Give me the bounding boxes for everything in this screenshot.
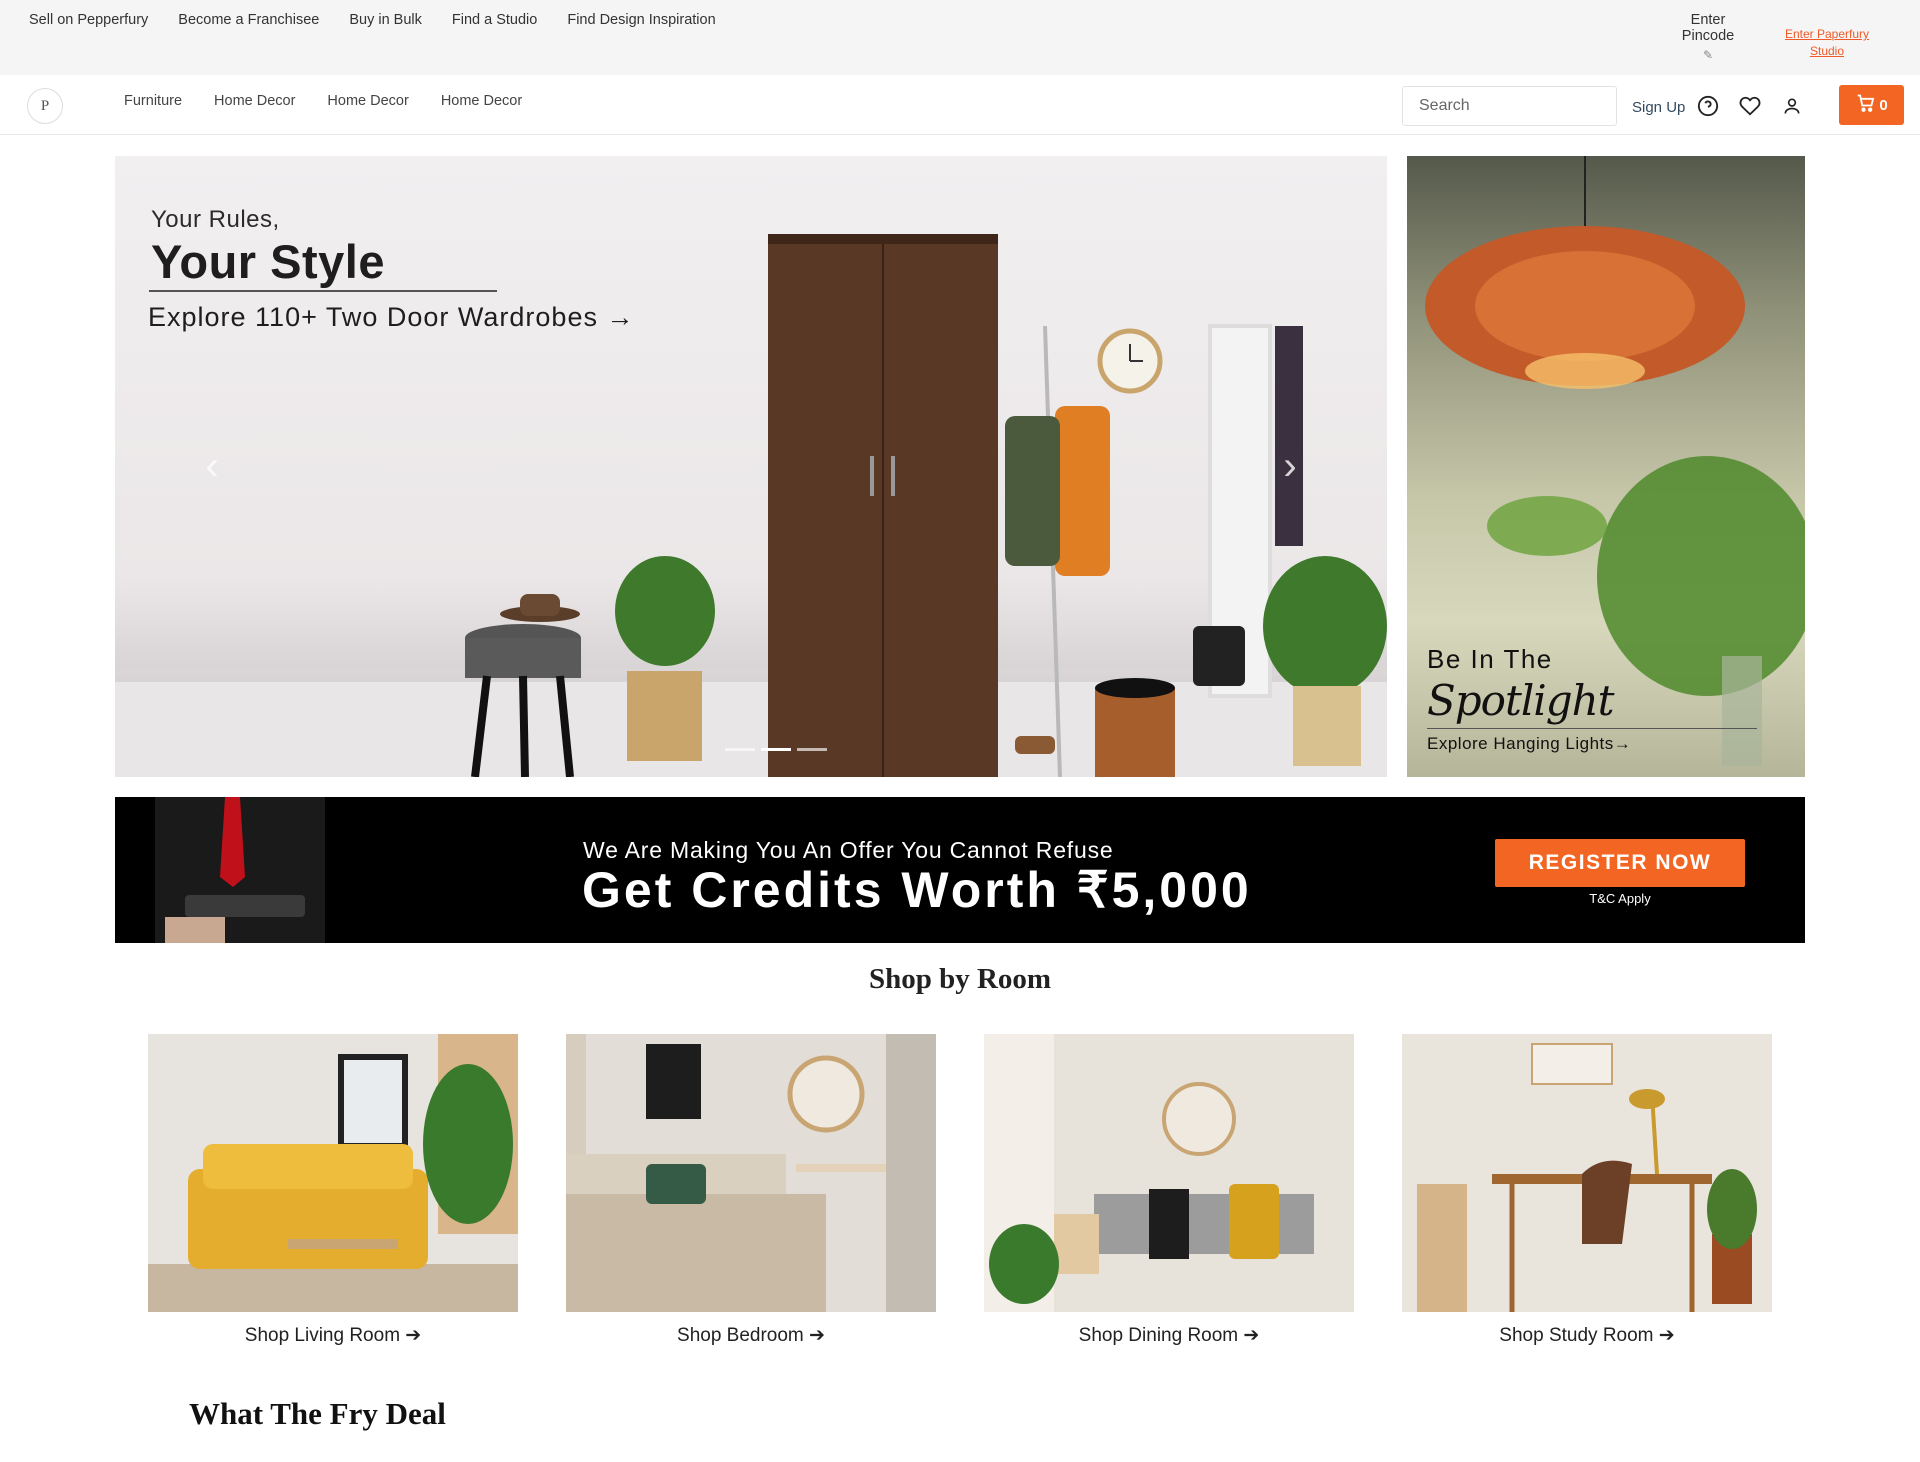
find-studio-link[interactable]: Find a Studio: [452, 12, 537, 28]
search-input[interactable]: [1402, 86, 1617, 126]
utility-links: Sell on Pepperfury Become a Franchisee B…: [29, 12, 716, 28]
logo[interactable]: P: [27, 88, 63, 124]
nav-home-decor-1[interactable]: Home Decor: [214, 93, 295, 109]
hero-cta[interactable]: Explore 110+ Two Door Wardrobes →: [148, 302, 634, 333]
carousel-dots: [725, 748, 827, 751]
carousel-dot[interactable]: [725, 748, 755, 751]
hero-divider: [149, 290, 497, 292]
cart-count: 0: [1879, 96, 1888, 114]
offer-illustration: [155, 797, 325, 943]
pincode-label: Enter Pincode: [1681, 12, 1735, 44]
credits-offer-banner[interactable]: We Are Making You An Offer You Cannot Re…: [115, 797, 1805, 943]
study-room-illustration: [1402, 1034, 1772, 1312]
bedroom-illustration: [566, 1034, 936, 1312]
nav-home-decor-3[interactable]: Home Decor: [441, 93, 522, 109]
hero-carousel[interactable]: Your Rules, Your Style Explore 110+ Two …: [115, 156, 1387, 777]
signup-link[interactable]: Sign Up: [1632, 99, 1685, 116]
room-label[interactable]: Shop Dining Room ➔: [984, 1324, 1354, 1347]
hero-tagline: Your Rules,: [151, 206, 280, 233]
carousel-dot[interactable]: [797, 748, 827, 751]
pencil-icon: ✎: [1702, 48, 1714, 62]
franchisee-link[interactable]: Become a Franchisee: [178, 12, 319, 28]
hero-headline: Your Style: [151, 235, 385, 288]
design-inspiration-link[interactable]: Find Design Inspiration: [567, 12, 715, 28]
hanging-lights-cta[interactable]: Explore Hanging Lights→: [1427, 734, 1631, 754]
dining-room-image[interactable]: [984, 1034, 1354, 1312]
room-card-dining[interactable]: Shop Dining Room ➔: [984, 1034, 1354, 1347]
pincode-selector[interactable]: Enter Pincode ✎: [1663, 12, 1753, 62]
category-links: Furniture Home Decor Home Decor Home Dec…: [124, 93, 522, 109]
spotlight-divider: [1427, 728, 1757, 729]
living-room-image[interactable]: [148, 1034, 518, 1312]
room-label[interactable]: Shop Study Room ➔: [1402, 1324, 1772, 1347]
shop-by-room-title: Shop by Room: [868, 963, 1052, 995]
offer-tagline: We Are Making You An Offer You Cannot Re…: [583, 837, 1114, 863]
spotlight-script: Spotlight: [1427, 676, 1615, 725]
hanging-lights-banner[interactable]: Be In The Spotlight Explore Hanging Ligh…: [1407, 156, 1805, 777]
carousel-prev-icon[interactable]: ‹: [192, 444, 232, 488]
user-icon[interactable]: [1779, 93, 1805, 119]
register-now-button[interactable]: REGISTER NOW: [1495, 839, 1745, 887]
room-label[interactable]: Shop Living Room ➔: [148, 1324, 518, 1347]
heart-icon[interactable]: [1737, 93, 1763, 119]
utility-bar: Sell on Pepperfury Become a Franchisee B…: [0, 0, 1920, 75]
cart-button[interactable]: 0: [1839, 85, 1904, 125]
bulk-link[interactable]: Buy in Bulk: [349, 12, 422, 28]
main-nav: P Furniture Home Decor Home Decor Home D…: [0, 75, 1920, 135]
living-room-illustration: [148, 1034, 518, 1312]
studio-link[interactable]: Enter Paperfury Studio: [1777, 26, 1877, 60]
room-label[interactable]: Shop Bedroom ➔: [566, 1324, 936, 1347]
sell-link[interactable]: Sell on Pepperfury: [29, 12, 148, 28]
help-icon[interactable]: [1695, 93, 1721, 119]
nav-furniture[interactable]: Furniture: [124, 93, 182, 109]
cart-icon: [1855, 93, 1877, 117]
study-room-image[interactable]: [1402, 1034, 1772, 1312]
room-card-bedroom[interactable]: Shop Bedroom ➔: [566, 1034, 936, 1347]
room-card-living[interactable]: Shop Living Room ➔: [148, 1034, 518, 1347]
tnc-note[interactable]: T&C Apply: [1495, 891, 1745, 906]
nav-home-decor-2[interactable]: Home Decor: [327, 93, 408, 109]
deal-section-title: What The Fry Deal: [189, 1396, 446, 1431]
carousel-dot[interactable]: [761, 748, 791, 751]
room-card-study[interactable]: Shop Study Room ➔: [1402, 1034, 1772, 1347]
carousel-next-icon[interactable]: ›: [1270, 444, 1310, 488]
offer-headline: Get Credits Worth ₹5,000: [582, 862, 1252, 918]
bedroom-image[interactable]: [566, 1034, 936, 1312]
spotlight-title: Be In The: [1427, 644, 1553, 674]
dining-room-illustration: [984, 1034, 1354, 1312]
